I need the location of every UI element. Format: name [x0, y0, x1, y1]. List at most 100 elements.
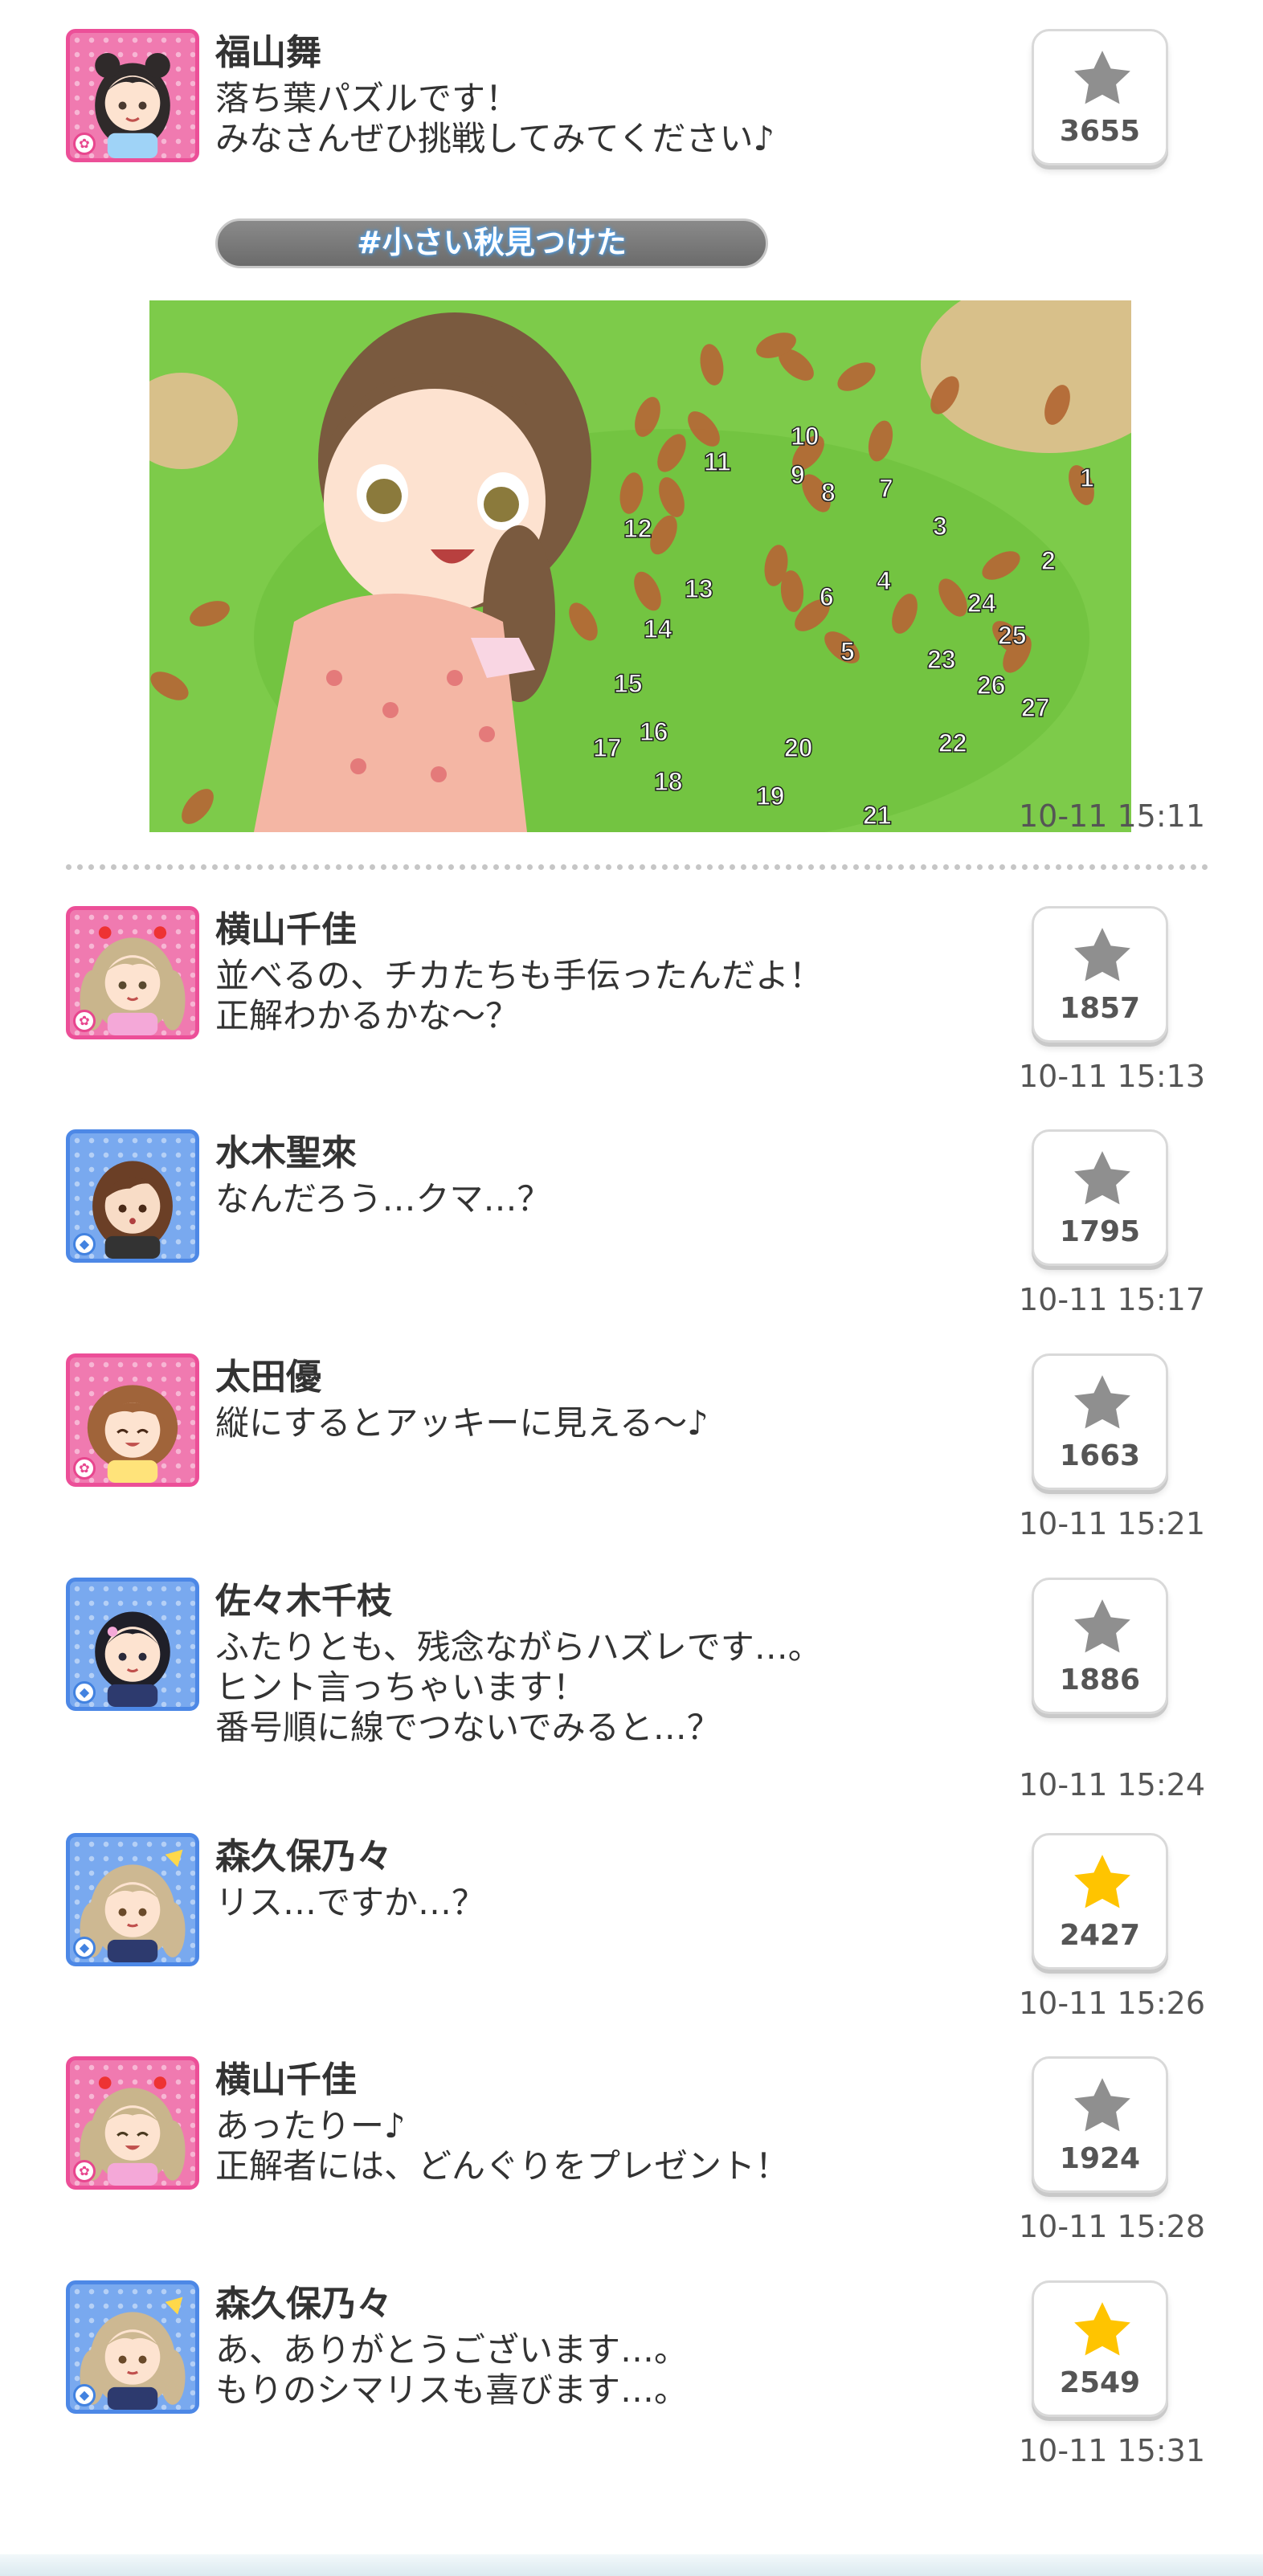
- leaf-number: 5: [840, 637, 855, 666]
- post-item: ✿ 福山舞 落ち葉パズルです！ みなさんぜひ挑戦してみてください♪ #小さい秋見…: [0, 29, 1263, 840]
- leaf-number: 4: [877, 566, 891, 595]
- post-item: ✿ 横山千佳 あったりー♪ 正解者には、どんぐりをプレゼント！ 1924 10-…: [0, 2056, 1263, 2249]
- leaf-number: 13: [685, 574, 713, 603]
- like-count: 2549: [1059, 2366, 1141, 2399]
- leaf-number: 8: [821, 478, 836, 507]
- post-item: ✿ 横山千佳 並べるの、チカたちも手伝ったんだよ！ 正解わかるかな～？ 1857…: [0, 906, 1263, 1099]
- diamond-badge-icon: ◆: [73, 1681, 96, 1704]
- leaf-puzzle-illustration: 1 2 3 4 5 6 7 8 9 10 11 12 13 14 15 16 1: [149, 300, 1131, 832]
- avatar[interactable]: ✿: [66, 2056, 199, 2190]
- post-message: ふたりとも、残念ながらハズレです…。 ヒント言っちゃいます！ 番号順に線でつない…: [215, 1627, 822, 1747]
- leaf-number: 26: [977, 671, 1006, 700]
- leaf-number: 20: [784, 733, 813, 762]
- like-button[interactable]: 1857: [1032, 906, 1168, 1043]
- star-icon: [1074, 2302, 1130, 2356]
- diamond-badge-icon: ◆: [73, 2384, 96, 2407]
- star-icon: [1074, 1599, 1130, 1653]
- like-button[interactable]: 1663: [1032, 1353, 1168, 1490]
- like-button[interactable]: 2427: [1032, 1833, 1168, 1970]
- avatar[interactable]: ◆: [66, 1578, 199, 1711]
- star-icon: [1074, 1375, 1130, 1429]
- poster-name: 水木聖來: [215, 1133, 357, 1174]
- leaf-number: 2: [1041, 546, 1056, 575]
- leaf-number: 24: [967, 589, 996, 618]
- star-icon: [1074, 51, 1130, 104]
- timestamp: 10-11 15:11: [1018, 798, 1205, 834]
- avatar[interactable]: ◆: [66, 2280, 199, 2414]
- timestamp: 10-11 15:21: [1018, 1506, 1205, 1541]
- post-divider: [66, 864, 1208, 870]
- post-message: 縦にするとアッキーに見える～♪: [215, 1403, 709, 1443]
- timestamp: 10-11 15:17: [1018, 1282, 1205, 1317]
- like-count: 1924: [1059, 2142, 1141, 2175]
- like-button[interactable]: 1924: [1032, 2056, 1168, 2193]
- avatar[interactable]: ◆: [66, 1833, 199, 1966]
- flower-badge-icon: ✿: [73, 2160, 96, 2182]
- poster-name: 森久保乃々: [215, 1836, 392, 1877]
- star-icon: [1074, 928, 1130, 982]
- comment-feed: ✿ 福山舞 落ち葉パズルです！ みなさんぜひ挑戦してみてください♪ #小さい秋見…: [0, 0, 1263, 2576]
- poster-name: 森久保乃々: [215, 2284, 392, 2325]
- leaf-number: 7: [879, 474, 893, 503]
- star-icon: [1074, 1855, 1130, 1909]
- star-icon: [1074, 1151, 1130, 1205]
- leaf-number: 12: [623, 514, 652, 543]
- diamond-badge-icon: ◆: [73, 1937, 96, 1959]
- post-message: リス…ですか…？: [215, 1883, 486, 1922]
- leaf-number: 14: [644, 614, 672, 643]
- leaf-number: 17: [593, 733, 622, 762]
- avatar[interactable]: ✿: [66, 906, 199, 1039]
- avatar[interactable]: ✿: [66, 1353, 199, 1487]
- leaf-number: 15: [614, 669, 643, 698]
- like-button[interactable]: 1886: [1032, 1578, 1168, 1714]
- avatar[interactable]: ✿: [66, 29, 199, 162]
- bottom-frame: [0, 2554, 1263, 2576]
- hashtag-tag[interactable]: #小さい秋見つけた: [215, 218, 768, 268]
- leaf-number: 18: [654, 767, 683, 796]
- flower-badge-icon: ✿: [73, 1457, 96, 1480]
- timestamp: 10-11 15:31: [1018, 2433, 1205, 2468]
- like-count: 1795: [1059, 1215, 1141, 1248]
- like-button[interactable]: 2549: [1032, 2280, 1168, 2417]
- post-item: ✿ 太田優 縦にするとアッキーに見える～♪ 1663 10-11 15:21: [0, 1353, 1263, 1546]
- timestamp: 10-11 15:26: [1018, 1986, 1205, 2021]
- like-count: 2427: [1059, 1919, 1141, 1952]
- leaf-number: 21: [863, 801, 892, 830]
- post-image-leaf-puzzle[interactable]: 1 2 3 4 5 6 7 8 9 10 11 12 13 14 15 16 1: [149, 300, 1131, 832]
- poster-name: 福山舞: [215, 32, 321, 73]
- timestamp: 10-11 15:28: [1018, 2209, 1205, 2244]
- leaf-number: 1: [1080, 463, 1094, 492]
- timestamp: 10-11 15:13: [1018, 1059, 1205, 1094]
- post-item: ◆ 佐々木千枝 ふたりとも、残念ながらハズレです…。 ヒント言っちゃいます！ 番…: [0, 1578, 1263, 1811]
- flower-badge-icon: ✿: [73, 133, 96, 155]
- like-count: 3655: [1059, 115, 1141, 148]
- star-icon: [1074, 2078, 1130, 2132]
- leaf-number: 25: [998, 621, 1027, 650]
- poster-name: 横山千佳: [215, 909, 357, 950]
- like-button[interactable]: 1795: [1032, 1129, 1168, 1266]
- leaf-number: 3: [933, 512, 947, 541]
- poster-name: 横山千佳: [215, 2060, 357, 2100]
- flower-badge-icon: ✿: [73, 1010, 96, 1032]
- poster-name: 太田優: [215, 1357, 321, 1398]
- leaf-number: 11: [704, 447, 731, 476]
- avatar[interactable]: ◆: [66, 1129, 199, 1263]
- timestamp: 10-11 15:24: [1018, 1767, 1205, 1802]
- diamond-badge-icon: ◆: [73, 1233, 96, 1255]
- like-count: 1886: [1059, 1664, 1141, 1696]
- like-count: 1857: [1059, 992, 1141, 1025]
- leaf-number: 23: [927, 645, 956, 674]
- leaf-number: 16: [640, 717, 668, 746]
- leaf-number: 6: [820, 582, 834, 611]
- leaf-number: 19: [756, 782, 785, 810]
- post-item: ◆ 森久保乃々 リス…ですか…？ 2427 10-11 15:26: [0, 1833, 1263, 2026]
- leaf-number: 22: [938, 729, 967, 757]
- post-message: あ、ありがとうございます…。 もりのシマリスも喜びます…。: [215, 2330, 689, 2410]
- like-button[interactable]: 3655: [1032, 29, 1168, 165]
- post-item: ◆ 水木聖來 なんだろう…クマ…？ 1795 10-11 15:17: [0, 1129, 1263, 1322]
- leaf-number: 9: [791, 460, 805, 489]
- post-item: ◆ 森久保乃々 あ、ありがとうございます…。 もりのシマリスも喜びます…。 25…: [0, 2280, 1263, 2473]
- post-message: 落ち葉パズルです！ みなさんぜひ挑戦してみてください♪: [215, 79, 775, 158]
- like-count: 1663: [1059, 1439, 1141, 1472]
- post-message: なんだろう…クマ…？: [215, 1179, 551, 1219]
